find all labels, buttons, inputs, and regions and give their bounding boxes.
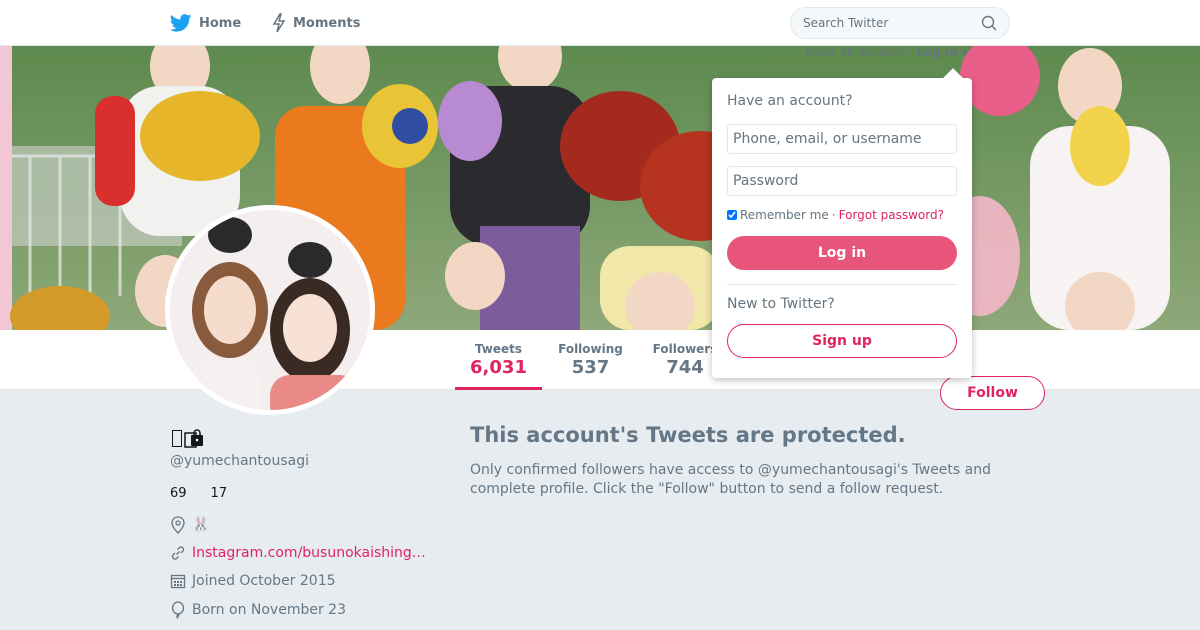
stat-followers-label: Followers xyxy=(652,342,718,356)
have-account-text: Have an account? xyxy=(805,45,913,59)
search-box xyxy=(790,7,1010,39)
top-navigation-bar: Home Moments xyxy=(0,0,1200,46)
new-to-twitter-label: New to Twitter? xyxy=(727,296,835,312)
profile-joined: Joined October 2015 xyxy=(170,573,336,589)
stat-following[interactable]: Following 537 xyxy=(553,342,628,378)
nav-moments[interactable]: Moments xyxy=(272,12,360,34)
count-a[interactable]: 69 xyxy=(170,486,187,501)
search-input[interactable] xyxy=(803,16,973,30)
moments-icon xyxy=(272,13,286,33)
have-account-link[interactable]: Have an account? Log in ▾ xyxy=(805,45,968,59)
joined-value: Joined October 2015 xyxy=(192,573,336,589)
username-field[interactable] xyxy=(727,124,957,154)
login-link[interactable]: Log in xyxy=(916,45,957,59)
dropdown-title: Have an account? xyxy=(727,93,853,109)
remember-separator: · xyxy=(831,208,836,222)
link-icon xyxy=(171,546,185,560)
twitter-bird-icon xyxy=(170,14,192,32)
follow-button[interactable]: Follow xyxy=(940,376,1045,410)
stat-following-value: 537 xyxy=(571,357,610,378)
remember-label[interactable]: Remember me xyxy=(740,208,829,222)
protected-description: Only confirmed followers have access to … xyxy=(470,462,991,497)
signup-button[interactable]: Sign up xyxy=(727,324,957,358)
nav-moments-label: Moments xyxy=(293,15,361,31)
remember-checkbox[interactable] xyxy=(727,210,737,220)
stat-tweets[interactable]: Tweets 6,031 xyxy=(455,342,542,390)
calendar-icon xyxy=(170,574,186,589)
remember-row: Remember me · Forgot password? xyxy=(727,208,944,222)
profile-name-row xyxy=(170,428,204,448)
profile-website: Instagram.com/busunokaishing… xyxy=(170,545,426,561)
protected-title: This account's Tweets are protected. xyxy=(470,423,906,447)
location-value: 🐰 xyxy=(192,517,210,533)
nav-home-label: Home xyxy=(199,15,242,31)
name-glyph-box xyxy=(172,429,182,447)
stat-following-label: Following xyxy=(558,342,623,356)
count-b[interactable]: 17 xyxy=(211,486,228,501)
password-field[interactable] xyxy=(727,166,957,196)
nav-home[interactable]: Home xyxy=(170,12,241,34)
caret-down-icon: ▾ xyxy=(961,45,968,59)
lock-icon xyxy=(184,429,203,448)
profile-location: 🐰 xyxy=(170,516,209,534)
born-value: Born on November 23 xyxy=(192,602,346,618)
stat-tweets-label: Tweets xyxy=(474,342,523,356)
stat-tweets-value: 6,031 xyxy=(470,357,527,378)
avatar[interactable] xyxy=(165,205,375,415)
profile-born: Born on November 23 xyxy=(170,601,346,619)
forgot-password-link[interactable]: Forgot password? xyxy=(839,208,944,222)
stat-followers[interactable]: Followers 744 xyxy=(650,342,720,378)
stat-followers-value: 744 xyxy=(666,357,704,378)
profile-counts: 69 17 xyxy=(170,486,227,501)
search-icon[interactable] xyxy=(981,15,997,31)
dropdown-divider xyxy=(727,284,957,285)
login-button[interactable]: Log in xyxy=(727,236,957,270)
login-dropdown: Have an account? Remember me · Forgot pa… xyxy=(712,68,972,378)
location-icon xyxy=(171,516,185,534)
profile-handle: @yumechantousagi xyxy=(170,453,310,469)
website-link[interactable]: Instagram.com/busunokaishing… xyxy=(192,545,426,561)
balloon-icon xyxy=(171,601,185,619)
